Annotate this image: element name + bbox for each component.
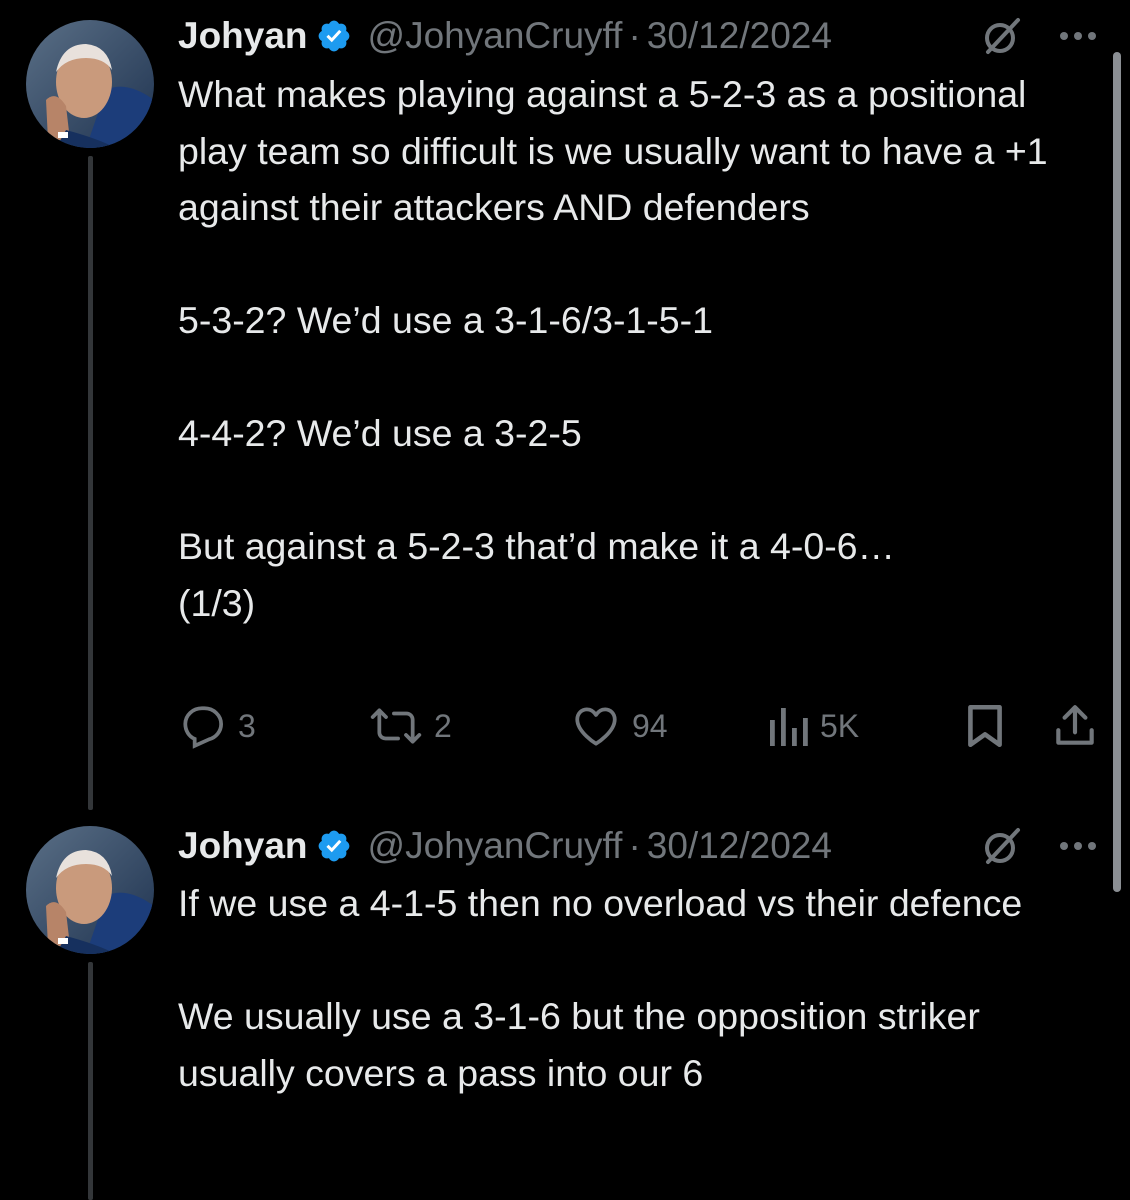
separator-dot: · xyxy=(628,825,641,866)
tweet-text: If we use a 4-1-5 then no overload vs th… xyxy=(178,875,1088,1101)
tweet-text: What makes playing against a 5-2-3 as a … xyxy=(178,66,1088,631)
bookmark-button[interactable] xyxy=(962,696,1008,756)
author-name[interactable]: Johyan xyxy=(178,825,308,867)
tweet[interactable]: Johyan @JohyanCruyff · 30/12/2024 What m… xyxy=(0,0,1110,810)
author-handle[interactable]: @JohyanCruyff xyxy=(368,825,623,867)
verified-badge-icon xyxy=(316,18,352,54)
tweet-actions: 3 2 94 5K xyxy=(0,696,1110,756)
verified-badge-icon xyxy=(316,828,352,864)
like-button[interactable]: 94 xyxy=(570,696,668,756)
tweet-header: Johyan @JohyanCruyff · 30/12/2024 xyxy=(178,810,832,882)
tweet-paragraph: 5-3-2? We’d use a 3-1-6/3-1-5-1 xyxy=(178,299,713,341)
tweet-date[interactable]: 30/12/2024 xyxy=(647,825,832,867)
like-icon xyxy=(575,707,617,746)
repost-icon xyxy=(370,708,422,744)
tweet[interactable]: Johyan @JohyanCruyff · 30/12/2024 If we … xyxy=(0,820,1110,1200)
views-count: 5K xyxy=(820,707,860,744)
tweet-paragraph: We usually use a 3-1-6 but the oppositio… xyxy=(178,995,991,1094)
avatar-image xyxy=(26,826,154,954)
author-handle[interactable]: @JohyanCruyff xyxy=(368,15,623,57)
avatar-image xyxy=(26,20,154,148)
tweet-header: Johyan @JohyanCruyff · 30/12/2024 xyxy=(178,0,832,72)
tweet-paragraph: If we use a 4-1-5 then no overload vs th… xyxy=(178,882,1023,924)
more-options-icon[interactable] xyxy=(1056,839,1100,853)
avatar[interactable] xyxy=(26,826,154,954)
views-icon xyxy=(770,708,808,746)
avatar[interactable] xyxy=(26,20,154,148)
repost-button[interactable]: 2 xyxy=(368,696,452,756)
grok-icon[interactable] xyxy=(980,824,1024,868)
bookmark-icon xyxy=(968,704,1002,748)
reply-icon xyxy=(183,706,224,749)
scrollbar[interactable] xyxy=(1113,52,1121,892)
tweet-date[interactable]: 30/12/2024 xyxy=(647,15,832,57)
reply-count: 3 xyxy=(238,707,256,744)
author-name[interactable]: Johyan xyxy=(178,15,308,57)
tweet-paragraph: But against a 5-2-3 that’d make it a 4-0… xyxy=(178,525,896,624)
thread-connector-line xyxy=(88,962,93,1200)
share-button[interactable] xyxy=(1050,696,1100,756)
tweet-paragraph: What makes playing against a 5-2-3 as a … xyxy=(178,73,1058,228)
repost-count: 2 xyxy=(434,707,452,744)
more-options-icon[interactable] xyxy=(1056,29,1100,43)
reply-button[interactable]: 3 xyxy=(178,696,256,756)
tweet-paragraph: 4-4-2? We’d use a 3-2-5 xyxy=(178,412,582,454)
like-count: 94 xyxy=(632,707,668,744)
share-icon xyxy=(1056,705,1094,745)
separator-dot: · xyxy=(628,15,641,56)
grok-icon[interactable] xyxy=(980,14,1024,58)
views-button[interactable]: 5K xyxy=(766,696,859,756)
